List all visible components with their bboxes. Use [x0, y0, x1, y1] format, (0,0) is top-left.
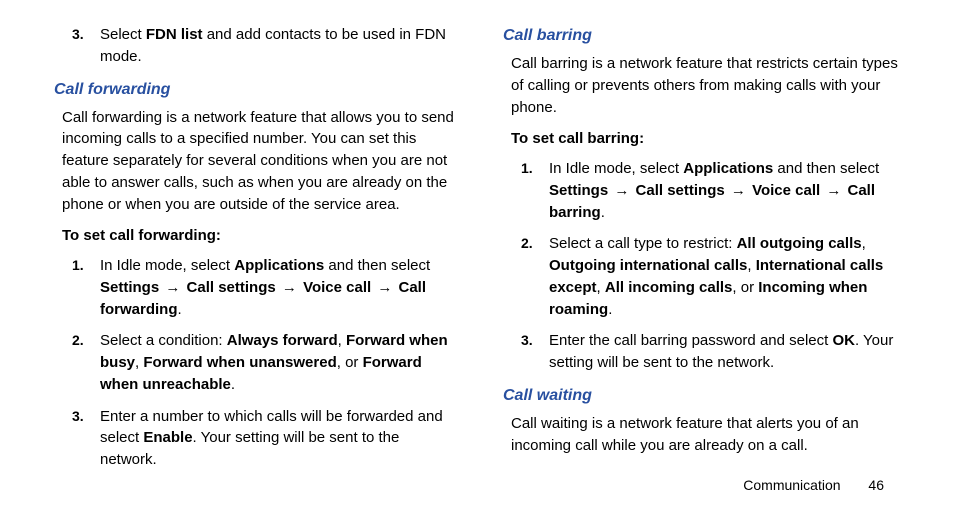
outgoing-intl-label: Outgoing international calls — [549, 257, 747, 274]
cb-step-2: 2. Select a call type to restrict: All o… — [521, 233, 906, 320]
call-waiting-description: Call waiting is a network feature that a… — [511, 413, 906, 457]
cf-step-1: 1. In Idle mode, select Applications and… — [72, 255, 457, 320]
arrow-icon: → — [608, 182, 635, 199]
call-settings-label: Call settings — [187, 279, 276, 296]
call-waiting-heading: Call waiting — [503, 384, 906, 407]
fdn-step-3: 3. Select FDN list and add contacts to b… — [72, 24, 457, 68]
call-barring-heading: Call barring — [503, 24, 906, 47]
footer-section: Communication — [743, 477, 840, 493]
call-forwarding-description: Call forwarding is a network feature tha… — [62, 107, 457, 216]
cf-step-2: 2. Select a condition: Always forward, F… — [72, 330, 457, 395]
ok-label: OK — [832, 332, 855, 349]
step-number: 2. — [72, 330, 84, 350]
arrow-icon: → — [159, 279, 186, 296]
arrow-icon: → — [371, 279, 398, 296]
text: Select a call type to restrict: — [549, 235, 737, 252]
call-forwarding-subheading: To set call forwarding: — [62, 225, 457, 247]
call-forwarding-heading: Call forwarding — [54, 78, 457, 101]
step-number: 3. — [521, 330, 533, 350]
applications-label: Applications — [234, 257, 324, 274]
text: , or — [337, 354, 363, 371]
step-number: 1. — [72, 255, 84, 275]
call-forwarding-steps: 1. In Idle mode, select Applications and… — [72, 255, 457, 471]
call-barring-steps: 1. In Idle mode, select Applications and… — [521, 158, 906, 374]
cb-step-1: 1. In Idle mode, select Applications and… — [521, 158, 906, 223]
cf-step-3: 3. Enter a number to which calls will be… — [72, 406, 457, 471]
arrow-icon: → — [725, 182, 752, 199]
applications-label: Applications — [683, 160, 773, 177]
fdn-list-label: FDN list — [146, 26, 203, 43]
text: In Idle mode, select — [100, 257, 234, 274]
text: , — [338, 332, 346, 349]
step-number: 2. — [521, 233, 533, 253]
call-barring-description: Call barring is a network feature that r… — [511, 53, 906, 118]
always-forward-label: Always forward — [227, 332, 338, 349]
text: Select a condition: — [100, 332, 227, 349]
all-incoming-label: All incoming calls — [605, 279, 733, 296]
text: . — [231, 376, 235, 393]
text: , — [597, 279, 605, 296]
text: . — [608, 301, 612, 318]
settings-label: Settings — [100, 279, 159, 296]
text: Enter the call barring password and sele… — [549, 332, 832, 349]
arrow-icon: → — [820, 182, 847, 199]
voice-call-label: Voice call — [303, 279, 371, 296]
cb-step-3: 3. Enter the call barring password and s… — [521, 330, 906, 374]
page-content: 3. Select FDN list and add contacts to b… — [0, 0, 954, 481]
text: , or — [732, 279, 758, 296]
text: , — [747, 257, 755, 274]
right-column: Call barring Call barring is a network f… — [497, 24, 906, 481]
step-number: 1. — [521, 158, 533, 178]
call-barring-subheading: To set call barring: — [511, 128, 906, 150]
text: and then select — [773, 160, 879, 177]
text: Select — [100, 26, 146, 43]
enable-label: Enable — [143, 429, 192, 446]
text: In Idle mode, select — [549, 160, 683, 177]
fdn-list-continued: 3. Select FDN list and add contacts to b… — [72, 24, 457, 68]
footer-page-number: 46 — [868, 477, 884, 493]
text: . — [178, 301, 182, 318]
forward-unanswered-label: Forward when unanswered — [143, 354, 336, 371]
text: . — [601, 204, 605, 221]
settings-label: Settings — [549, 182, 608, 199]
call-settings-label: Call settings — [636, 182, 725, 199]
all-outgoing-label: All outgoing calls — [737, 235, 862, 252]
left-column: 3. Select FDN list and add contacts to b… — [48, 24, 457, 481]
arrow-icon: → — [276, 279, 303, 296]
text: and then select — [324, 257, 430, 274]
step-number: 3. — [72, 406, 84, 426]
text: , — [862, 235, 866, 252]
page-footer: Communication 46 — [743, 477, 884, 493]
step-number: 3. — [72, 24, 84, 44]
voice-call-label: Voice call — [752, 182, 820, 199]
